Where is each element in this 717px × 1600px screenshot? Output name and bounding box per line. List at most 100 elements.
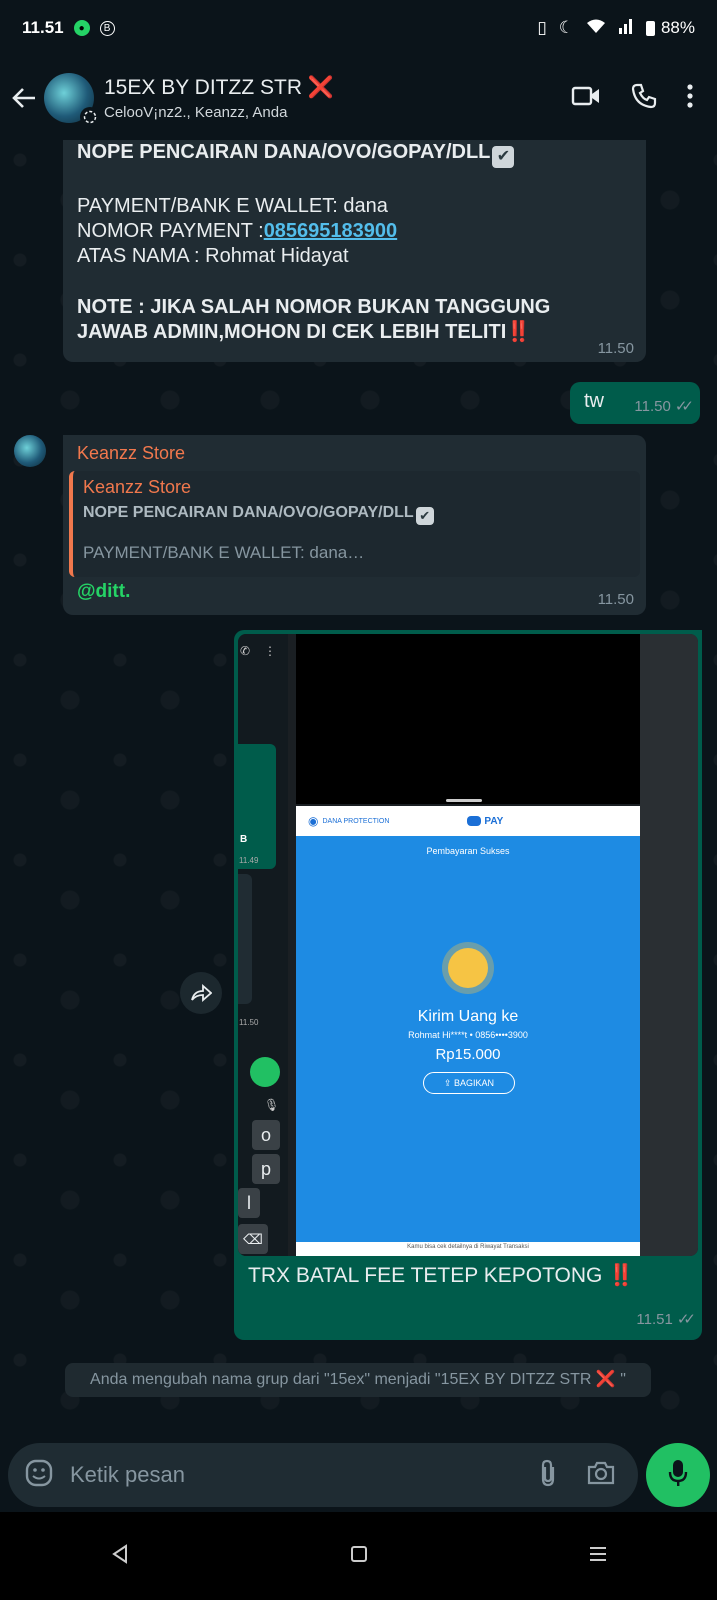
system-message-end: " [615,1371,626,1388]
forward-icon[interactable] [180,972,222,1014]
nav-recents-icon[interactable] [589,1546,607,1567]
moon-icon: ☾ [558,18,574,37]
status-time: 11.51 [22,18,64,37]
message-line: PAYMENT/BANK E WALLET: dana [77,195,388,217]
image-caption: TRX BATAL FEE TETEP KEPOTONG ‼️ [248,1264,634,1288]
receipt-status: Pembayaran Sukses [426,846,510,856]
receipt-share: ⇪ BAGIKAN [423,1072,515,1094]
message-time-text: 11.51 [636,1311,673,1328]
quoted-message[interactable]: Keanzz Store NOPE PENCAIRAN DANA/OVO/GOP… [69,471,640,577]
keyboard-key: l [238,1188,260,1218]
signal-icon [618,18,634,39]
check-box-icon: ✔ [492,146,515,168]
double-exclamation-icon: ‼️ [608,1264,635,1287]
message-line: NOMOR PAYMENT :085695183900 [77,219,632,244]
receipt-pay-label: PAY [467,816,503,827]
receipt-amount: Rp15.000 [435,1046,501,1063]
double-check-icon: ✓✓ [674,398,694,415]
attachment-icon[interactable] [538,1458,558,1493]
caption-text: TRX BATAL FEE TETEP KEPOTONG [248,1264,603,1287]
message-time: 11.50 [597,591,634,608]
incoming-message[interactable]: NOPE PENCAIRAN DANA/OVO/GOPAY/DLL ✔ PAYME… [63,140,646,362]
nav-home-icon[interactable] [350,1545,368,1568]
receipt-pay-text: PAY [484,815,504,827]
receipt-title: Kirim Uang ke [417,1008,519,1025]
cross-mark-icon: ❌ [307,75,334,99]
receipt-recipient: Rohmat Hi****t • 0856••••3900 [408,1030,528,1040]
phone-number-link[interactable]: 085695183900 [264,220,397,242]
keyboard-key: p [252,1154,280,1184]
screenshot-mic-icon [250,1057,280,1087]
message-composer [8,1443,638,1507]
screenshot-handle [446,799,482,802]
outgoing-image-message[interactable]: ✆ ⋮ B 11.49 11.50 🎙 o p l ⌫ ◉ DANA PROTE… [234,630,702,1340]
message-input[interactable] [68,1454,538,1496]
pay-logo-icon [467,816,482,826]
phone-call-icon: ✆ [240,644,251,658]
wifi-icon [586,18,606,39]
back-arrow-icon[interactable] [4,78,44,118]
quoted-line: NOPE PENCAIRAN DANA/OVO/GOPAY/DLL ✔ [83,504,630,525]
battery-percent: 88% [660,18,695,37]
group-avatar[interactable] [44,73,100,127]
emoji-sticker-icon[interactable] [24,1458,54,1493]
group-info[interactable]: 15EX BY DITZZ STR ❌ CelooV¡nz2., Keanzz,… [104,76,571,121]
cross-mark-icon: ❌ [595,1371,616,1388]
receipt-share-text: BAGIKAN [454,1078,495,1088]
message-time: 11.50 [597,340,634,357]
image-attachment[interactable]: ✆ ⋮ B 11.49 11.50 🎙 o p l ⌫ ◉ DANA PROTE… [238,634,698,1256]
status-bar: 11.51 ● B ▯ ☾ 88% [0,0,717,56]
screenshot-time: 11.50 [239,1018,259,1027]
double-exclamation-icon: ‼️ [506,321,532,343]
system-message: Anda mengubah nama grup dari "15ex" menj… [65,1363,651,1397]
quoted-sender: Keanzz Store [83,477,192,497]
disappearing-timer-icon [80,107,100,127]
microphone-icon [668,1458,688,1493]
incoming-reply-message[interactable]: Keanzz Store Keanzz Store NOPE PENCAIRAN… [63,435,646,615]
receipt-header: ◉ DANA PROTECTION PAY [296,806,640,836]
message-text: NOPE PENCAIRAN DANA/OVO/GOPAY/DLL [77,141,491,163]
message-text: tw [584,390,604,412]
quoted-text: NOPE PENCAIRAN DANA/OVO/GOPAY/DLL [83,504,414,521]
message-text: NOMOR PAYMENT : [77,220,264,242]
double-check-icon: ✓✓ [676,1311,696,1328]
screenshot-mic-icon: 🎙 [264,1098,280,1112]
system-nav-bar [0,1512,717,1600]
message-time: 11.50 ✓✓ [634,397,694,415]
screenshot-time: 11.49 [239,856,259,865]
keyboard-key: o [252,1120,280,1150]
mention-link[interactable]: @ditt. [77,581,130,603]
receipt-brand: DANA PROTECTION [322,817,390,825]
screenshot-bubble [238,874,252,1004]
screenshot-dark-area [296,634,640,804]
message-line: JAWAB ADMIN,MOHON DI CEK LEBIH TELITI‼️ [77,320,632,345]
nav-back-icon[interactable] [111,1543,129,1569]
phone-call-icon[interactable] [631,83,657,114]
backspace-key-icon: ⌫ [238,1224,268,1254]
receipt-footer-text: Kamu bisa cek detailnya di Riwayat Trans… [407,1244,529,1250]
battery-icon [645,20,655,36]
group-title-text: 15EX BY DITZZ STR [104,75,302,99]
outgoing-message[interactable]: tw 11.50 ✓✓ [570,382,700,424]
system-message-text: Anda mengubah nama grup dari "15ex" menj… [90,1371,592,1388]
screenshot-text: B [240,834,248,845]
sender-name[interactable]: Keanzz Store [77,443,185,464]
receipt-footer: Kamu bisa cek detailnya di Riwayat Trans… [296,1242,640,1256]
chat-area[interactable]: NOPE PENCAIRAN DANA/OVO/GOPAY/DLL ✔ PAYME… [0,140,717,1435]
b-notification-icon: B [99,20,115,36]
message-line: ATAS NAMA : Rohmat Hidayat [77,245,349,267]
sender-avatar[interactable] [14,435,46,467]
message-time: 11.51 ✓✓ [636,1310,696,1328]
video-call-icon[interactable] [571,85,601,112]
screenshot-left-panel: ✆ ⋮ B 11.49 11.50 🎙 o p l ⌫ [238,634,288,1256]
dana-shield-icon: ◉ [308,814,319,828]
more-options-icon[interactable] [687,83,693,113]
screenshot-bubble: B 11.49 [238,744,276,869]
chat-header: 15EX BY DITZZ STR ❌ CelooV¡nz2., Keanzz,… [0,56,717,140]
group-members: CelooV¡nz2., Keanzz, Anda [104,103,288,121]
vibrate-icon: ▯ [537,18,547,37]
group-title: 15EX BY DITZZ STR ❌ [104,76,571,100]
camera-icon[interactable] [586,1460,616,1491]
message-text: JAWAB ADMIN,MOHON DI CEK LEBIH TELITI [77,321,507,343]
voice-message-button[interactable] [646,1443,710,1507]
